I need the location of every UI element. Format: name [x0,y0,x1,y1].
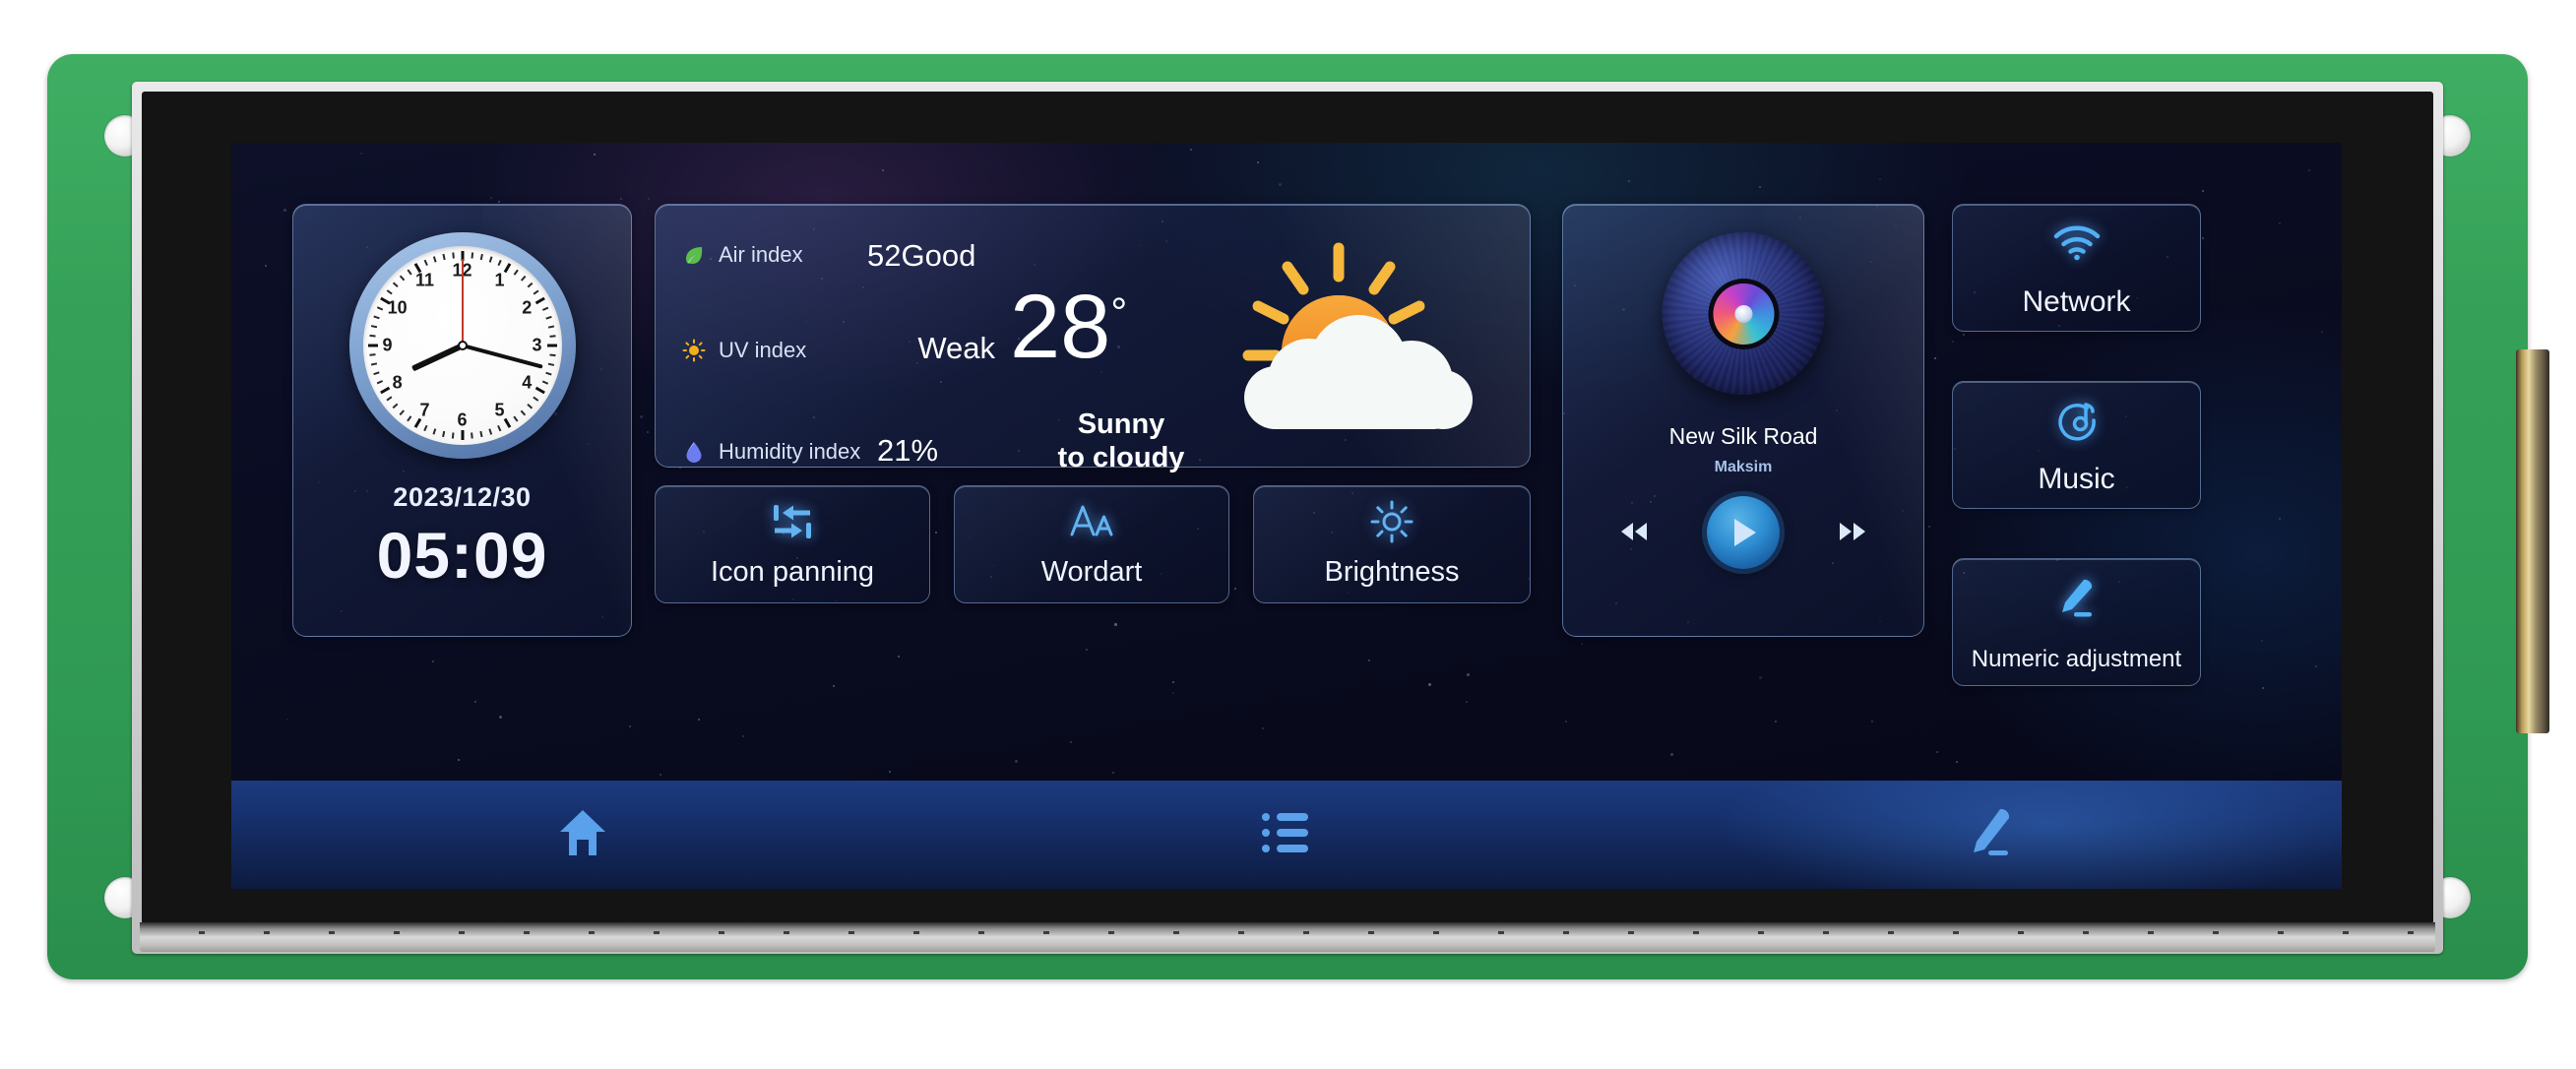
music-label: Music [2038,463,2115,495]
bottom-navigation-bar [231,781,2342,889]
sun-behind-cloud-icon [1219,232,1504,444]
clock-numeral: 3 [532,335,542,355]
track-title: New Silk Road [1668,423,1818,449]
temperature-value: 28 [1010,277,1111,377]
droplet-icon [681,439,707,465]
nav-edit-button[interactable] [1638,781,2342,889]
clock-face: 121234567891011 [362,246,562,445]
rewind-icon[interactable] [1614,512,1654,551]
fast-forward-icon[interactable] [1833,512,1872,551]
icon-panning-button[interactable]: Icon panning [655,485,930,603]
sun-icon [681,338,707,363]
weather-label: UV index [719,338,807,362]
clock-second-hand [461,259,464,346]
clock-numeral: 11 [414,270,435,290]
vinyl-disc-icon [1662,232,1825,395]
clock-numeral: 4 [522,372,533,393]
music-player-card[interactable]: New Silk Road Maksim [1562,204,1924,637]
clock-minute-hand [461,344,543,369]
clock-numeral: 10 [387,297,408,318]
weather-row-humidity-index: Humidity index [681,439,860,465]
weather-value-air-index: 52Good [867,238,976,273]
clock-hour-hand [410,343,464,372]
weather-value-humidity-index: 21% [877,433,939,468]
weather-row-air-index: Air index [681,242,803,268]
font-size-aa-icon [955,500,1228,543]
lcd-connector-strip [140,922,2435,952]
clock-numeral: 2 [522,297,533,318]
analog-clock: 121234567891011 [348,232,576,459]
clock-numeral: 5 [494,400,505,420]
weather-row-uv-index: UV index [681,338,806,363]
clock-numeral: 7 [419,400,430,420]
screen: 121234567891011 2023/12/30 05:09 [231,143,2342,889]
icon-panning-label: Icon panning [710,556,875,588]
lcd-module-frame: 121234567891011 2023/12/30 05:09 [132,82,2443,954]
degree-symbol: ° [1110,288,1128,336]
nav-list-button[interactable] [935,781,1639,889]
clock-numeral: 8 [392,372,403,393]
weather-value-uv-index: Weak [917,331,995,365]
numeric-adjustment-label: Numeric adjustment [1971,646,2182,672]
weather-condition-line2: to cloudy [1057,442,1185,474]
wordart-button[interactable]: Wordart [954,485,1229,603]
clock-numeral: 9 [382,335,393,355]
weather-label: Air index [719,242,803,267]
brightness-sun-icon [1254,500,1530,543]
list-icon [1260,809,1313,861]
home-icon [555,806,610,864]
music-note-circle-icon [1953,398,2200,443]
network-label: Network [2022,285,2131,318]
clock-numeral: 1 [494,270,505,290]
lcd-bezel: 121234567891011 2023/12/30 05:09 [142,92,2433,924]
temperature-reading: 28° [1010,282,1127,372]
clock-center-pin [457,341,468,350]
clock-numeral: 6 [457,409,468,430]
weather-condition-line1: Sunny [1077,409,1165,440]
ribbon-cable [2516,349,2549,733]
weather-card[interactable]: Air index 52Good UV index Weak Humidity … [655,204,1531,473]
weather-label: Humidity index [719,439,861,464]
network-button[interactable]: Network [1952,204,2201,332]
clock-time: 05:09 [376,519,548,592]
pencil-icon [1953,575,2200,620]
panning-arrows-icon [656,500,929,543]
clock-card[interactable]: 121234567891011 2023/12/30 05:09 [292,204,632,637]
numeric-adjustment-button[interactable]: Numeric adjustment [1952,558,2201,686]
disc-hole [1734,304,1752,323]
play-icon[interactable] [1707,496,1780,569]
track-artist: Maksim [1714,459,1773,475]
weather-condition: Sunny to cloudy [1018,408,1225,474]
pencil-icon [1965,805,2016,865]
pcb-board: 121234567891011 2023/12/30 05:09 [47,54,2549,979]
leaf-icon [681,242,707,268]
brightness-button[interactable]: Brightness [1253,485,1531,603]
clock-date: 2023/12/30 [393,482,532,512]
nav-home-button[interactable] [231,781,935,889]
music-button[interactable]: Music [1952,381,2201,509]
wordart-label: Wordart [1040,556,1143,588]
wifi-icon [1953,220,2200,266]
brightness-label: Brightness [1324,556,1460,588]
